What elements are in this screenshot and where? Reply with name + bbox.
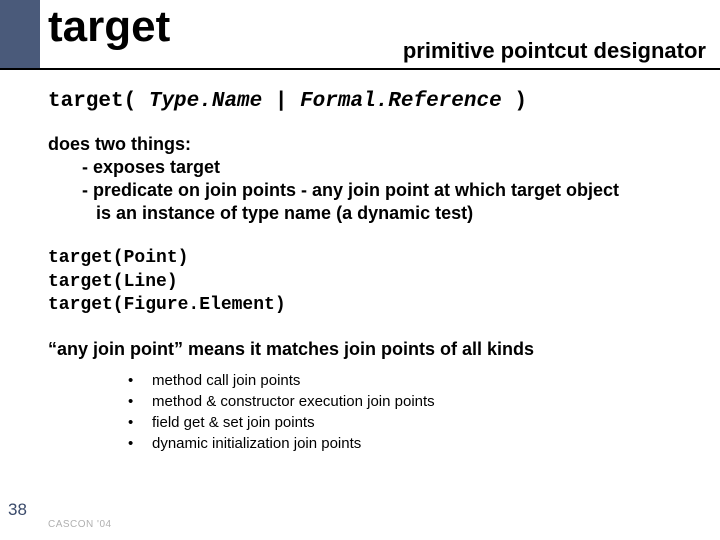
example-line: target(Figure.Element)	[48, 294, 706, 317]
bullet-row: • method call join points	[128, 370, 706, 391]
example-line: target(Line)	[48, 271, 706, 294]
slide-number: 38	[8, 500, 27, 520]
bullet-dot-icon: •	[128, 433, 152, 454]
bullet-dot-icon: •	[128, 370, 152, 391]
bullet-text: method call join points	[152, 370, 300, 391]
does-line2a: - predicate on join points - any join po…	[48, 179, 706, 202]
syntax-keyword: target	[48, 90, 124, 113]
bullet-text: method & constructor execution join poin…	[152, 391, 435, 412]
bullet-dot-icon: •	[128, 391, 152, 412]
bullets-block: • method call join points • method & con…	[48, 370, 706, 454]
bullet-row: • dynamic initialization join points	[128, 433, 706, 454]
anykind-line: “any join point” means it matches join p…	[48, 339, 706, 360]
bullet-text: dynamic initialization join points	[152, 433, 361, 454]
bullet-text: field get & set join points	[152, 412, 315, 433]
syntax-arg1: Type.Name	[149, 90, 262, 113]
slide-body: target( Type.Name | Formal.Reference ) d…	[0, 70, 720, 454]
does-line2b: is an instance of type name (a dynamic t…	[48, 202, 706, 225]
slide-title: target	[48, 2, 170, 52]
examples-block: target(Point) target(Line) target(Figure…	[48, 247, 706, 317]
bullet-dot-icon: •	[128, 412, 152, 433]
syntax-sep: |	[262, 90, 300, 113]
slide-subtitle: primitive pointcut designator	[403, 38, 706, 64]
syntax-close: )	[514, 90, 527, 113]
syntax-line: target( Type.Name | Formal.Reference )	[48, 90, 706, 113]
syntax-arg2: Formal.Reference	[300, 90, 502, 113]
example-line: target(Point)	[48, 247, 706, 270]
bullet-row: • method & constructor execution join po…	[128, 391, 706, 412]
footer-text: CASCON '04	[48, 519, 112, 530]
does-heading: does two things:	[48, 134, 191, 154]
does-block: does two things: - exposes target - pred…	[48, 133, 706, 225]
title-bar: target primitive pointcut designator	[0, 0, 720, 70]
bullet-row: • field get & set join points	[128, 412, 706, 433]
accent-block	[0, 0, 40, 68]
syntax-open: (	[124, 90, 137, 113]
does-line1: - exposes target	[48, 156, 706, 179]
